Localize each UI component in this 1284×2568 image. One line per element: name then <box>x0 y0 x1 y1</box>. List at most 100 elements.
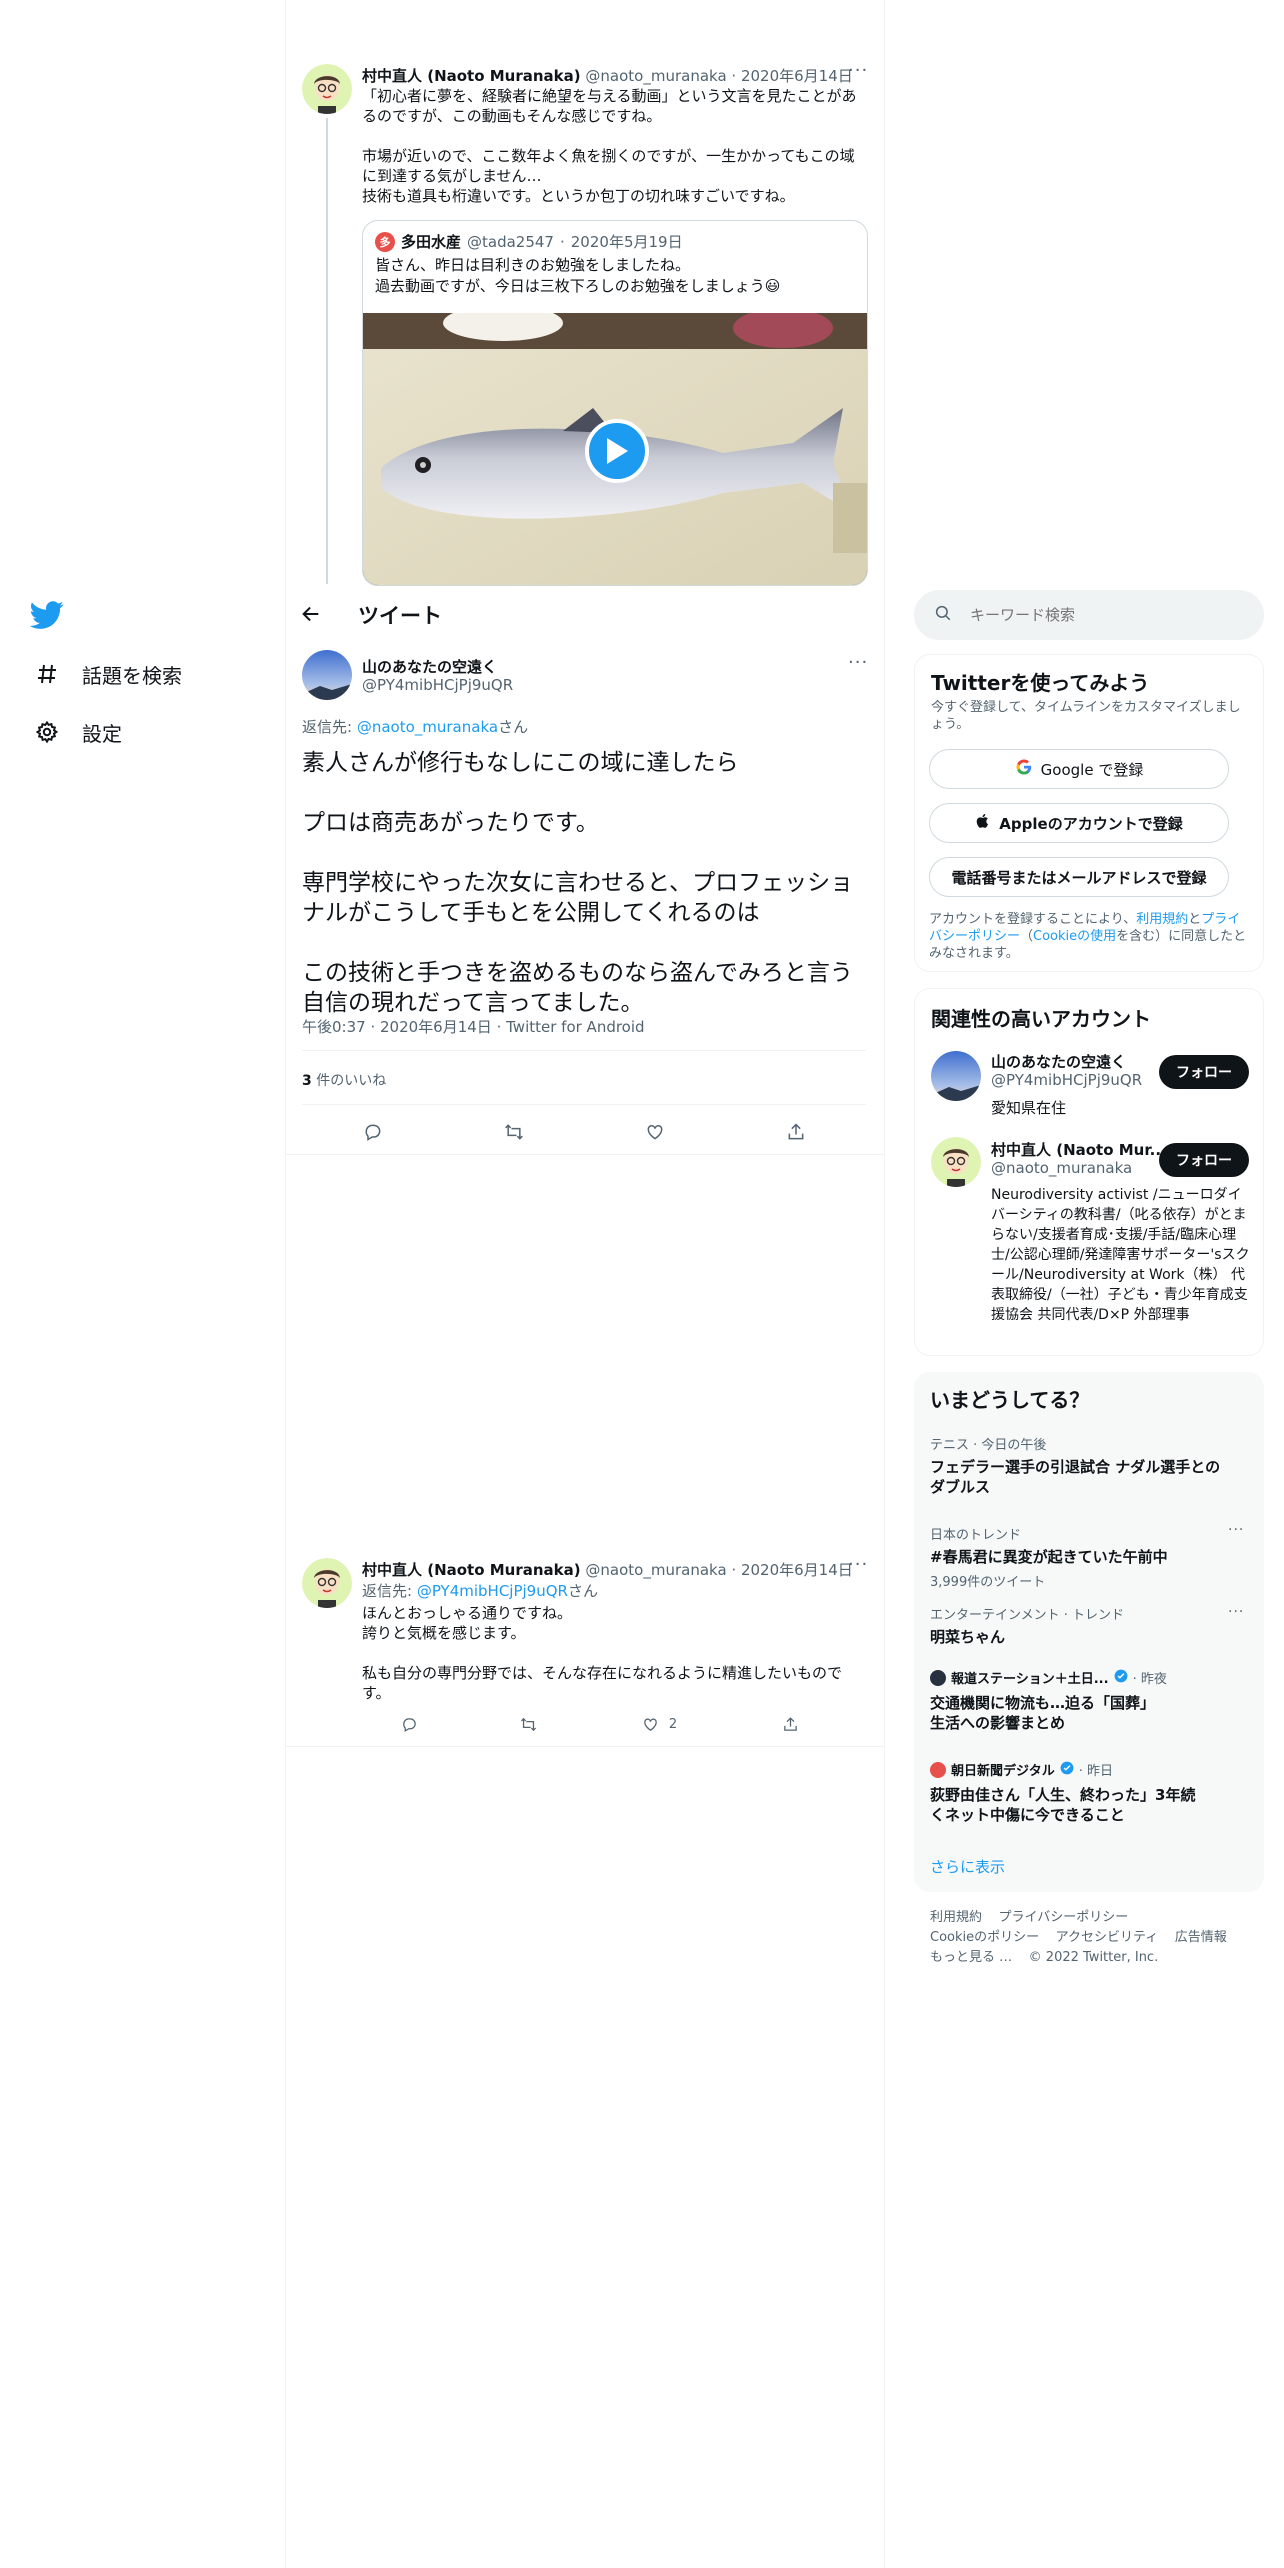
author-name[interactable]: 村中直人 (Naoto Muranaka) <box>362 1561 581 1579</box>
tweet-text: 「初心者に夢を、経験者に絶望を与える動画」という文言を見たことがあるのですが、こ… <box>362 87 857 205</box>
divider <box>286 1746 884 1747</box>
news-title: 交通機関に物流も…迫る「国葬」生活への影響まとめ <box>930 1694 1148 1732</box>
share-icon[interactable] <box>778 1114 814 1150</box>
footer-accessibility[interactable]: アクセシビリティ <box>1056 1930 1159 1945</box>
account-name[interactable]: 村中直人 (Naoto Mur... <box>991 1139 1167 1160</box>
tweet-time[interactable]: 午後0:37 <box>302 1018 366 1036</box>
footer-ads[interactable]: 広告情報 <box>1175 1930 1227 1945</box>
footer-terms[interactable]: 利用規約 <box>930 1910 982 1925</box>
reply-to-handle[interactable]: @naoto_muranaka <box>357 718 498 736</box>
footer-copyright: © 2022 Twitter, Inc. <box>1028 1950 1159 1965</box>
retweet-icon[interactable] <box>496 1114 532 1150</box>
apple-signup-button[interactable]: Appleのアカウントで登録 <box>929 803 1229 843</box>
tweet-header: 村中直人 (Naoto Muranaka) @naoto_muranaka · … <box>362 1561 853 1579</box>
avatar[interactable] <box>302 64 352 114</box>
footer-more[interactable]: もっと見る … <box>930 1950 1012 1965</box>
reply-to: 返信先: @PY4mibHCjPj9uQRさん <box>362 1582 598 1600</box>
reply-icon[interactable] <box>392 1706 428 1742</box>
search-input[interactable] <box>970 606 1230 624</box>
author-handle[interactable]: @naoto_muranaka <box>585 1561 726 1579</box>
trend-title: #春馬君に異変が起きていた午前中 <box>930 1548 1168 1566</box>
quote-date: 2020年5月19日 <box>570 233 683 251</box>
news-item[interactable]: 朝日新聞デジタル · 昨日 荻野由佳さん「人生、終わった」3年続くネット中傷に今… <box>930 1760 1230 1825</box>
page-title: ツイート <box>358 604 442 628</box>
footer: 利用規約 プライバシーポリシー Cookieのポリシー アクセシビリティ 広告情… <box>930 1908 1260 1968</box>
quote-author-name: 多田水産 <box>401 233 462 251</box>
account-name[interactable]: 山のあなたの空遠く <box>991 1051 1126 1072</box>
back-arrow-icon[interactable] <box>300 603 324 627</box>
search-bar[interactable] <box>914 590 1264 640</box>
trend-item[interactable]: 日本のトレンド #春馬君に異変が起きていた午前中 3,999件のツイート <box>930 1524 1230 1590</box>
avatar[interactable] <box>931 1051 981 1101</box>
nav-settings[interactable]: 設定 <box>34 712 122 752</box>
news-time: · 昨日 <box>1078 1764 1114 1779</box>
video-player[interactable] <box>363 313 867 585</box>
like-icon[interactable] <box>637 1114 673 1150</box>
google-signup-button[interactable]: Google で登録 <box>929 749 1229 789</box>
tweet-client[interactable]: Twitter for Android <box>506 1018 644 1036</box>
play-icon[interactable] <box>585 419 649 483</box>
follow-button[interactable]: フォロー <box>1159 1143 1249 1177</box>
google-icon <box>1015 758 1033 780</box>
trend-category: テニス · 今日の午後 <box>930 1438 1047 1453</box>
tweet-text: ほんとおっしゃる通りですね。 誇りと気概を感じます。 私も自分の専門分野では、そ… <box>362 1604 843 1702</box>
nav-explore[interactable]: 話題を検索 <box>34 654 182 694</box>
author-name[interactable]: 村中直人 (Naoto Muranaka) <box>362 67 581 85</box>
account-handle[interactable]: @PY4mibHCjPj9uQR <box>991 1071 1142 1089</box>
news-source-avatar <box>930 1761 946 1778</box>
account-bio: 愛知県在住 <box>991 1099 1067 1117</box>
search-icon <box>934 604 952 626</box>
retweet-icon[interactable] <box>511 1706 547 1742</box>
cookie-link[interactable]: Cookieの使用 <box>1033 929 1116 944</box>
avatar[interactable] <box>931 1137 981 1187</box>
hashtag-icon <box>34 661 60 687</box>
signup-card: Twitterを使ってみよう 今すぐ登録して、タイムラインをカスタマイズしましょ… <box>914 654 1264 972</box>
follow-button[interactable]: フォロー <box>1159 1055 1249 1089</box>
news-source: 報道ステーション＋土日... <box>951 1672 1109 1687</box>
author-handle[interactable]: @naoto_muranaka <box>585 67 726 85</box>
signup-legal: アカウントを登録することにより、利用規約とプライバシーポリシー（Cookieの使… <box>929 912 1247 961</box>
news-source-avatar <box>930 1669 946 1686</box>
footer-cookie[interactable]: Cookieのポリシー <box>930 1930 1039 1945</box>
tweet-date[interactable]: 2020年6月14日 <box>741 67 853 85</box>
reply-icon[interactable] <box>355 1114 391 1150</box>
twitter-logo-icon[interactable] <box>29 598 66 634</box>
account-handle[interactable]: @naoto_muranaka <box>991 1159 1132 1177</box>
more-icon[interactable]: ··· <box>848 1554 868 1575</box>
tweet-date[interactable]: 2020年6月14日 <box>380 1018 492 1036</box>
trend-item[interactable]: エンターテインメント · トレンド 明菜ちゃん <box>930 1604 1230 1647</box>
phone-email-signup-button[interactable]: 電話番号またはメールアドレスで登録 <box>929 857 1229 897</box>
trend-title: フェデラー選手の引退試合 ナダル選手とのダブルス <box>930 1458 1221 1496</box>
trend-title: 明菜ちゃん <box>930 1628 1006 1646</box>
tweet-date[interactable]: 2020年6月14日 <box>741 1561 853 1579</box>
more-icon[interactable]: ··· <box>848 60 868 81</box>
reply-to-handle[interactable]: @PY4mibHCjPj9uQR <box>417 1582 568 1600</box>
show-more-link[interactable]: さらに表示 <box>930 1856 1005 1877</box>
trend-item[interactable]: テニス · 今日の午後 フェデラー選手の引退試合 ナダル選手とのダブルス <box>930 1434 1230 1497</box>
news-item[interactable]: 報道ステーション＋土日... · 昨夜 交通機関に物流も…迫る「国葬」生活への影… <box>930 1668 1230 1733</box>
tweet-meta: 午後0:37 · 2020年6月14日 · Twitter for Androi… <box>302 1018 645 1036</box>
more-icon[interactable]: ··· <box>848 652 868 673</box>
author-name[interactable]: 山のあなたの空遠く <box>362 656 497 677</box>
quote-header: 多 多田水産 @tada2547 · 2020年5月19日 <box>375 231 683 252</box>
more-icon[interactable]: ··· <box>1228 1604 1244 1620</box>
likes-summary[interactable]: 3 件のいいね <box>302 1070 386 1090</box>
avatar[interactable] <box>302 1558 352 1608</box>
terms-link[interactable]: 利用規約 <box>1136 912 1188 927</box>
author-handle[interactable]: @PY4mibHCjPj9uQR <box>362 676 513 694</box>
avatar[interactable] <box>302 650 352 700</box>
quoted-tweet[interactable]: 多 多田水産 @tada2547 · 2020年5月19日 皆さん、昨日は目利き… <box>362 220 868 586</box>
footer-privacy[interactable]: プライバシーポリシー <box>999 1910 1129 1925</box>
trend-count: 3,999件のツイート <box>930 1575 1046 1590</box>
news-source: 朝日新聞デジタル <box>951 1764 1055 1779</box>
news-time: · 昨夜 <box>1132 1672 1167 1687</box>
quote-author-handle: @tada2547 <box>467 232 554 251</box>
quote-text: 皆さん、昨日は目利きのお勉強をしましたね。 過去動画ですが、今日は三枚下ろしのお… <box>375 256 781 295</box>
more-icon[interactable]: ··· <box>1228 1522 1244 1538</box>
like-button[interactable]: 2 <box>630 1706 690 1742</box>
gear-icon <box>34 719 60 745</box>
divider <box>302 1104 866 1105</box>
share-icon[interactable] <box>773 1706 809 1742</box>
tweet-text: 素人さんが修行もなしにこの域に達したら プロは商売あがったりです。 専門学校にや… <box>302 750 854 1016</box>
trends-card: いまどうしてる？ テニス · 今日の午後 フェデラー選手の引退試合 ナダル選手と… <box>914 1372 1264 1892</box>
